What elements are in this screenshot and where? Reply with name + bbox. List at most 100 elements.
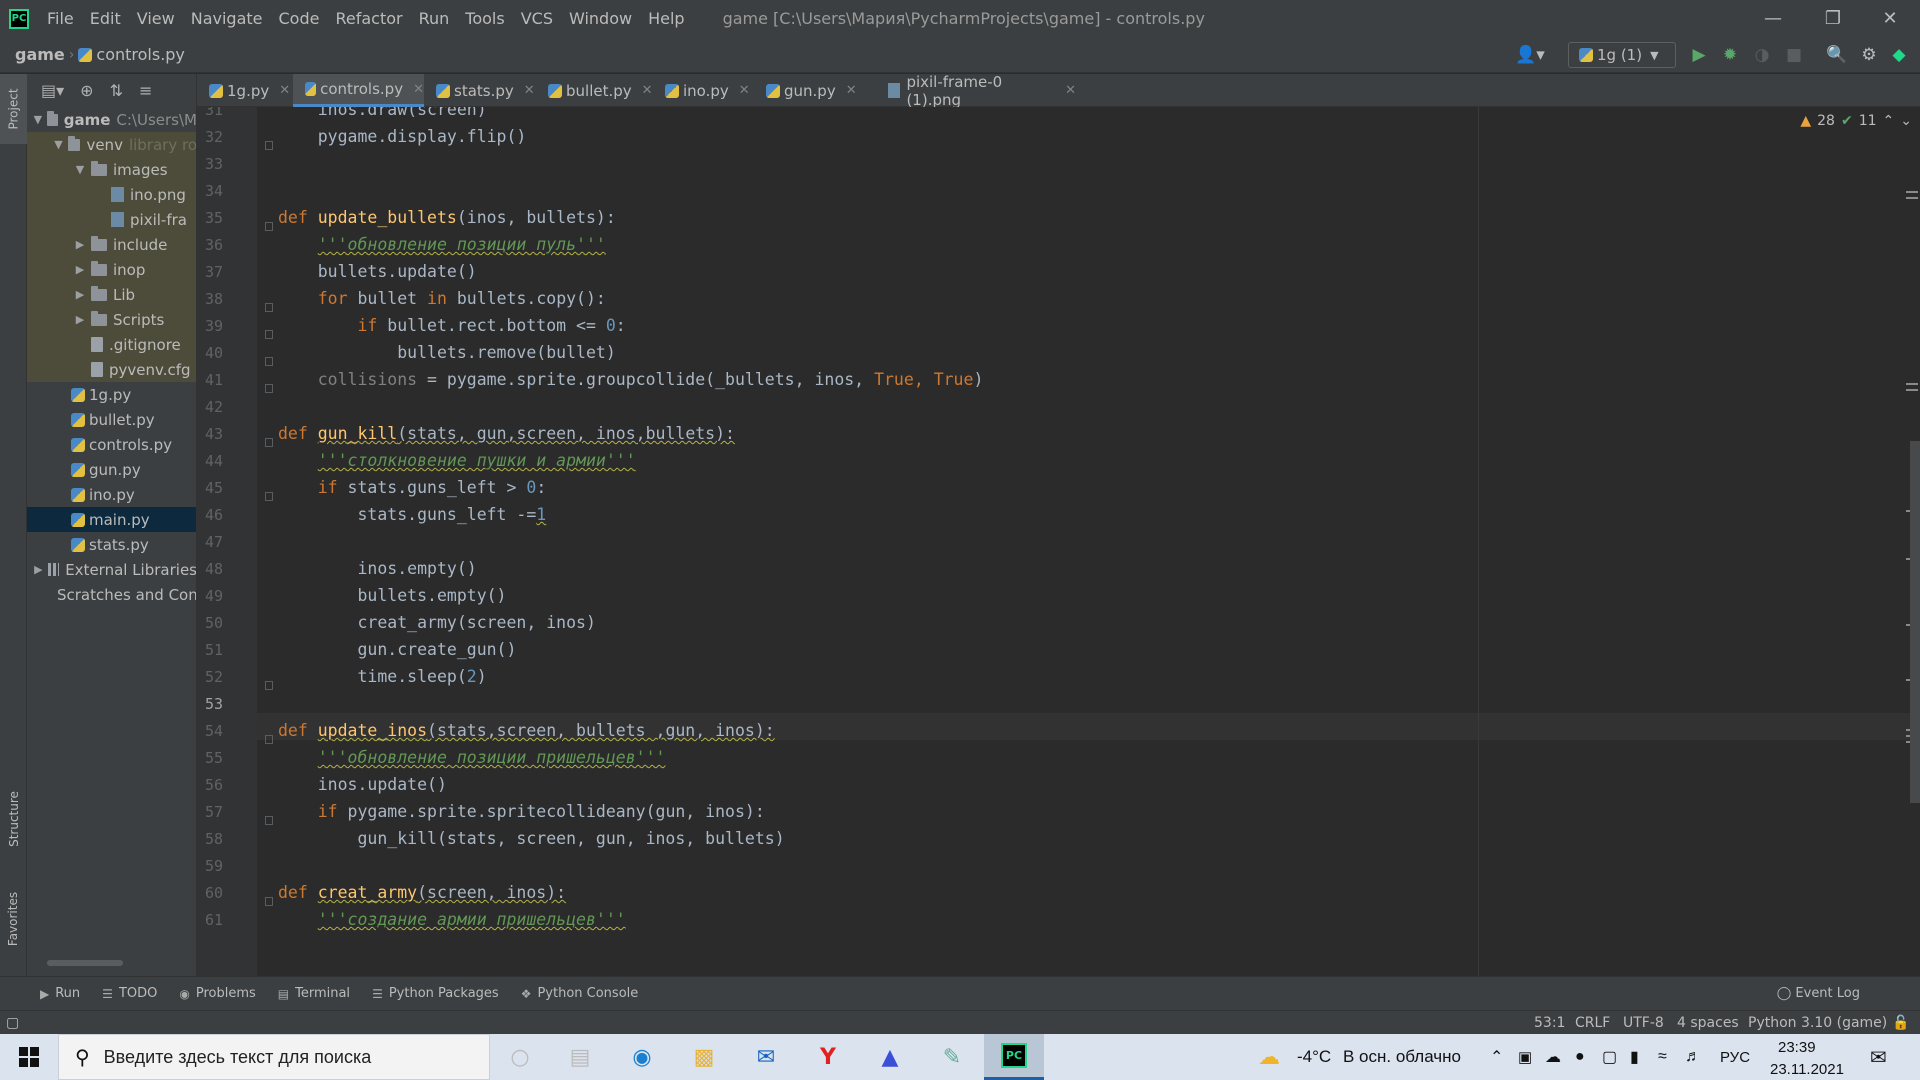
error-stripe-mark[interactable] (1906, 191, 1918, 193)
tree-item-include[interactable]: ▶ include (27, 232, 196, 257)
restore-icon[interactable]: ❐ (1805, 0, 1861, 37)
chevron-down-icon[interactable]: ▼ (33, 113, 43, 126)
cortana-icon[interactable]: ○ (490, 1034, 550, 1080)
chevron-right-icon[interactable]: ▶ (73, 313, 87, 326)
tree-item-inop[interactable]: ▶ inop (27, 257, 196, 282)
minimize-icon[interactable]: — (1745, 0, 1801, 37)
chevron-right-icon[interactable]: ▶ (73, 263, 87, 276)
breadcrumb-file[interactable]: controls.py (96, 45, 185, 64)
tree-item-external-libraries[interactable]: ▶ External Libraries (27, 557, 196, 582)
tab-bullet-py[interactable]: bullet.py ✕ (536, 74, 653, 107)
search-icon[interactable]: 🔍 (1826, 44, 1848, 66)
terminal-tool-button[interactable]: ▤ Terminal (278, 986, 350, 1001)
tree-item-lib[interactable]: ▶ Lib (27, 282, 196, 307)
problems-tool-button[interactable]: ◉ Problems (179, 986, 255, 1001)
tree-item-pixil-frame[interactable]: pixil-fra (27, 207, 196, 232)
lock-icon[interactable]: 🔓 (1892, 1015, 1909, 1031)
show-hidden-icons-icon[interactable]: ⌃ (1490, 1034, 1503, 1080)
user-account-icon[interactable]: 👤▾ (1512, 44, 1548, 66)
close-tab-icon[interactable]: ✕ (413, 82, 424, 97)
fold-marker-icon[interactable] (265, 897, 273, 906)
chevron-down-icon[interactable]: ⌄ (1900, 113, 1912, 129)
file-explorer-icon[interactable]: ▩ (674, 1034, 734, 1080)
fold-marker-icon[interactable] (265, 384, 273, 393)
close-tab-icon[interactable]: ✕ (524, 83, 535, 98)
tree-item-game[interactable]: ▼ game C:\Users\M (27, 107, 196, 132)
chevron-down-icon[interactable]: ▼ (73, 163, 87, 176)
menu-edit[interactable]: Edit (82, 0, 129, 37)
cloud-icon[interactable]: ☁ (1545, 1034, 1561, 1080)
chevron-right-icon[interactable]: ▶ (33, 563, 44, 576)
taskbar-search-input[interactable] (103, 1046, 464, 1068)
tab-ino-py[interactable]: ino.py ✕ (653, 74, 754, 107)
menu-code[interactable]: Code (271, 0, 328, 37)
favorites-tool-tab[interactable]: Favorites (0, 879, 27, 959)
input-language[interactable]: РУС (1720, 1034, 1750, 1080)
python-interpreter[interactable]: Python 3.10 (game) (1748, 1015, 1887, 1031)
tree-item-main-py[interactable]: main.py (27, 507, 196, 532)
error-stripe-mark[interactable] (1906, 383, 1918, 385)
tree-item-images[interactable]: ▼ images (27, 157, 196, 182)
chevron-right-icon[interactable]: ▶ (73, 288, 87, 301)
expand-all-icon[interactable]: ⇅ (110, 81, 123, 100)
event-log-button[interactable]: ◯ Event Log (1777, 986, 1860, 1001)
tree-item-bullet-py[interactable]: bullet.py (27, 407, 196, 432)
file-encoding[interactable]: UTF-8 (1623, 1015, 1664, 1031)
tree-item-controls-py[interactable]: controls.py (27, 432, 196, 457)
chevron-down-icon[interactable]: ▼ (53, 138, 64, 151)
display-icon[interactable]: ▢ (1602, 1034, 1617, 1080)
menu-tools[interactable]: Tools (457, 0, 512, 37)
menu-help[interactable]: Help (640, 0, 692, 37)
debug-icon[interactable]: ✹ (1719, 44, 1741, 66)
menu-refactor[interactable]: Refactor (327, 0, 410, 37)
yandex-browser-icon[interactable]: Y (798, 1034, 858, 1080)
error-stripe-mark[interactable] (1906, 389, 1918, 391)
tree-item-venv[interactable]: ▼ venv library ro (27, 132, 196, 157)
view-mode-icon[interactable]: ▤▾ (41, 81, 64, 100)
battery-icon[interactable]: ▮ (1630, 1034, 1639, 1080)
clock-date[interactable]: 23.11.2021 (1770, 1046, 1844, 1080)
code-editor[interactable]: 31 32 33 34 35 36 37 38 39 40 41 42 43 4… (197, 107, 1920, 976)
task-view-icon[interactable]: ▤ (550, 1034, 610, 1080)
project-horizontal-scrollbar[interactable] (47, 960, 123, 966)
fold-marker-icon[interactable] (265, 681, 273, 690)
app-icon[interactable]: ▲ (860, 1034, 920, 1080)
locate-icon[interactable]: ⊕ (80, 81, 93, 100)
collapse-all-icon[interactable]: ≡ (139, 81, 152, 100)
caret-position[interactable]: 53:1 (1534, 1015, 1565, 1031)
close-tab-icon[interactable]: ✕ (739, 83, 750, 98)
menu-run[interactable]: Run (411, 0, 458, 37)
weather-icon[interactable]: ☁ (1258, 1034, 1280, 1080)
close-tab-icon[interactable]: ✕ (1065, 83, 1076, 98)
chevron-right-icon[interactable]: ▶ (73, 238, 87, 251)
close-icon[interactable]: ✕ (1862, 0, 1918, 37)
pycharm-taskbar-icon[interactable]: PC (984, 1034, 1044, 1080)
menu-view[interactable]: View (129, 0, 183, 37)
mail-icon[interactable]: ✉ (736, 1034, 796, 1080)
tab-1g-py[interactable]: 1g.py ✕ (197, 74, 293, 107)
fold-marker-icon[interactable] (265, 438, 273, 447)
error-stripe-mark[interactable] (1906, 197, 1918, 199)
close-tab-icon[interactable]: ✕ (846, 83, 857, 98)
run-tool-button[interactable]: ▶ Run (40, 986, 80, 1001)
python-packages-tool-button[interactable]: ☰ Python Packages (372, 986, 499, 1001)
tree-item-ino-py[interactable]: ino.py (27, 482, 196, 507)
line-separator[interactable]: CRLF (1575, 1015, 1610, 1031)
tree-item-ino-png[interactable]: ino.png (27, 182, 196, 207)
breadcrumb-project[interactable]: game (15, 45, 65, 64)
tree-item-gitignore[interactable]: .gitignore (27, 332, 196, 357)
tree-item-gun-py[interactable]: gun.py (27, 457, 196, 482)
fold-marker-icon[interactable] (265, 141, 273, 150)
weather-description[interactable]: В осн. облачно (1343, 1034, 1461, 1080)
menu-vcs[interactable]: VCS (513, 0, 561, 37)
tree-item-1g-py[interactable]: 1g.py (27, 382, 196, 407)
todo-tool-button[interactable]: ☰ TODO (102, 986, 157, 1001)
start-button[interactable] (0, 1034, 58, 1080)
weather-temperature[interactable]: -4°C (1297, 1034, 1331, 1080)
menu-navigate[interactable]: Navigate (183, 0, 271, 37)
run-configuration-select[interactable]: 1g (1) ▼ (1568, 42, 1676, 68)
taskbar-search[interactable]: ⚲ (58, 1034, 490, 1080)
tab-controls-py[interactable]: controls.py ✕ (293, 74, 424, 107)
fold-marker-icon[interactable] (265, 222, 273, 231)
python-console-tool-button[interactable]: ❖ Python Console (521, 986, 639, 1001)
